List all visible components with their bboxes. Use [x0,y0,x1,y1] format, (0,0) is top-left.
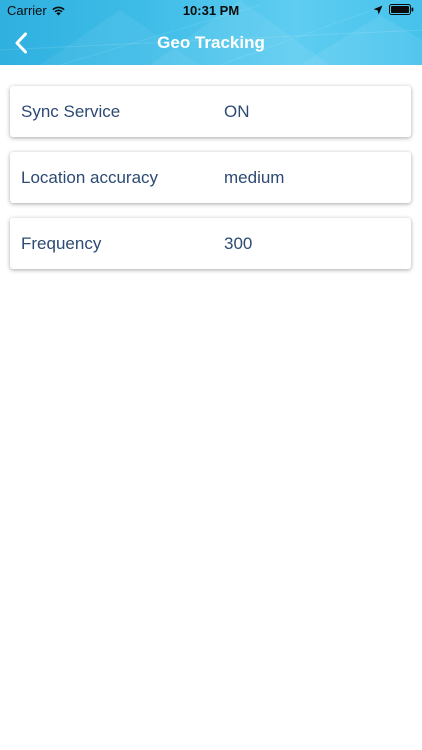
location-arrow-icon [373,5,383,14]
setting-label: Sync Service [21,101,121,121]
status-time: 10:31 PM [182,3,240,18]
setting-value: medium [224,167,285,187]
setting-row-frequency[interactable]: Frequency 300 [10,218,411,269]
setting-row-sync-service[interactable]: Sync Service ON [10,86,411,137]
battery-icon [389,4,414,15]
header: Carrier 10:31 PM Geo Tracking [0,0,422,65]
setting-row-location-accuracy[interactable]: Location accuracy medium [10,152,411,203]
setting-value: 300 [224,233,253,253]
app-screen: Carrier 10:31 PM Geo Tracking Sync Servi… [0,0,422,750]
status-right [373,4,414,15]
status-bar: Carrier 10:31 PM [0,0,422,22]
setting-value: ON [224,101,250,121]
setting-label: Location accuracy [21,167,159,187]
page-title: Geo Tracking [157,33,265,52]
setting-label: Frequency [21,233,102,253]
nav-bar: Geo Tracking [0,22,422,65]
